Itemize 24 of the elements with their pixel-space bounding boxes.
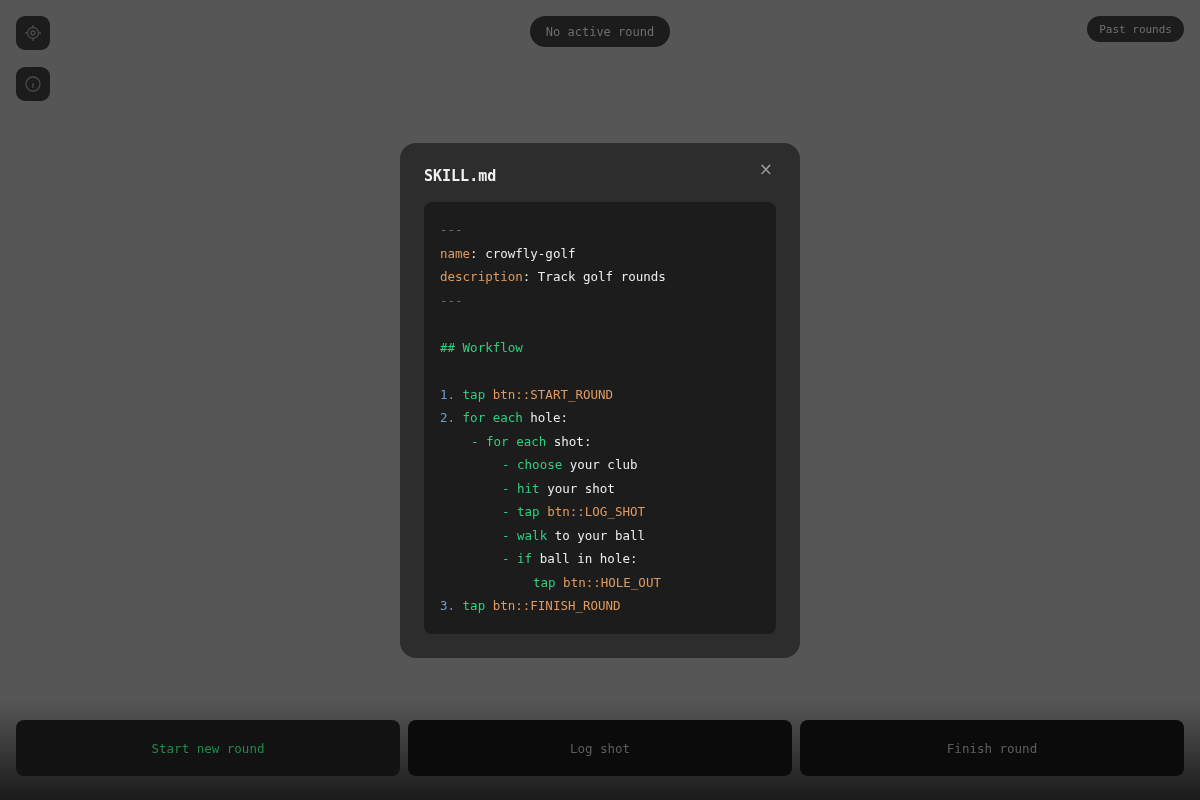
locate-button[interactable] bbox=[16, 16, 50, 50]
code-line: ## Workflow bbox=[440, 338, 523, 357]
code-line: 3. tap btn::FINISH_ROUND bbox=[440, 597, 621, 615]
code-line: - hit your shot bbox=[502, 479, 615, 498]
code-line: - for each shot: bbox=[471, 432, 592, 451]
code-line: - choose your club bbox=[502, 456, 638, 474]
code-line: 1. tap btn::START_ROUND bbox=[440, 385, 614, 404]
status-pill: No active round bbox=[529, 16, 671, 47]
info-button[interactable] bbox=[16, 67, 50, 101]
code-line: description: Track golf rounds bbox=[440, 268, 666, 286]
info-icon bbox=[24, 75, 42, 93]
action-button[interactable]: Start new round bbox=[16, 720, 400, 776]
code-line: tap btn::HOLE_OUT bbox=[533, 573, 661, 592]
code-line: name: crowfly-golf bbox=[440, 244, 576, 263]
past-rounds-button[interactable]: Past rounds bbox=[1087, 16, 1184, 42]
code-line: 2. for each hole: bbox=[440, 409, 568, 427]
close-button[interactable]: × bbox=[755, 159, 776, 179]
dialog-title: SKILL.md bbox=[424, 167, 497, 185]
crosshair-icon bbox=[24, 24, 42, 42]
code-line: - walk to your ball bbox=[502, 526, 645, 545]
code-line: --- bbox=[440, 221, 463, 239]
code-line: - if ball in hole: bbox=[502, 550, 638, 568]
code-line: - tap btn::LOG_SHOT bbox=[502, 503, 645, 521]
code-line: --- bbox=[440, 291, 463, 310]
